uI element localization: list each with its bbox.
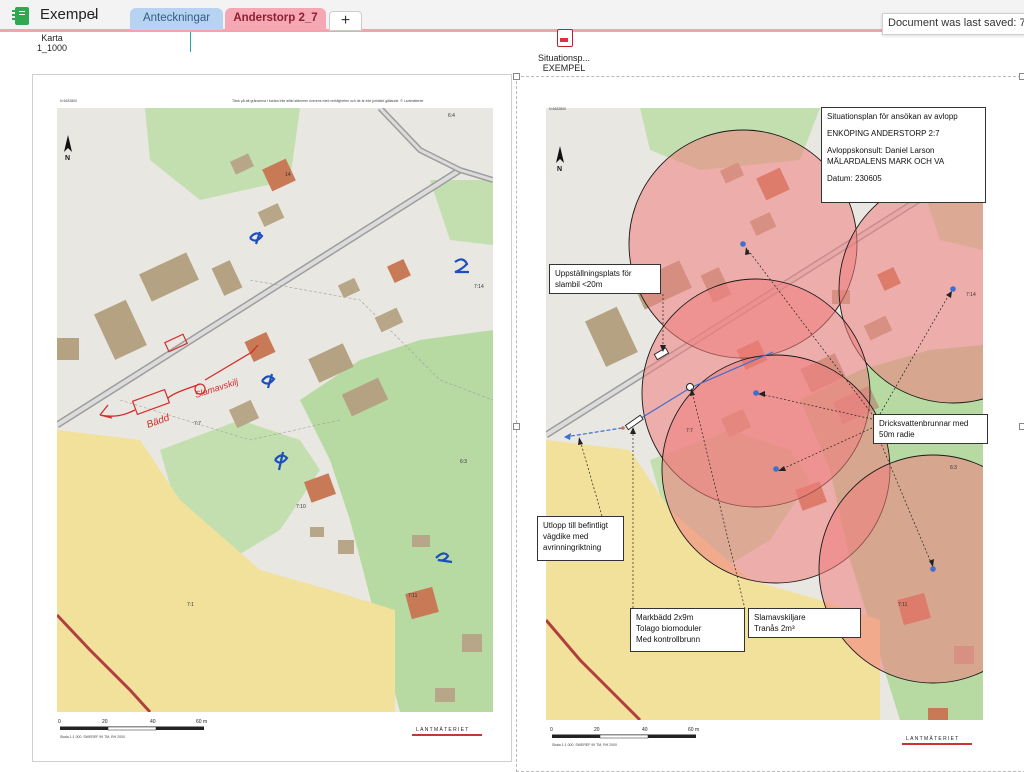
right-scale-bar: 0 20 40 60 m Skala 1:1 000. SWEREF 99 TM… <box>550 727 699 747</box>
info-company: MÄLARDALENS MARK OCH VA <box>827 157 945 166</box>
svg-text:N: N <box>557 166 562 173</box>
well-dot <box>740 241 746 247</box>
slamavskiljare-line-2: Tranås 2m³ <box>754 624 795 633</box>
svg-text:40: 40 <box>642 727 648 733</box>
svg-text:0: 0 <box>550 727 553 733</box>
well-dot <box>930 566 936 572</box>
right-brand-stripe <box>902 743 972 745</box>
markbadd-line-1: Markbädd 2x9m <box>636 613 694 622</box>
info-property: ENKÖPING ANDERSTORP 2:7 <box>827 129 940 138</box>
parcel-label: 7:7 <box>686 428 693 434</box>
parcel-label: 7:11 <box>898 602 908 608</box>
septic-tank-marker <box>686 383 694 391</box>
plan-info-box: Situationsplan för ansökan av avlopp ENK… <box>821 107 986 203</box>
right-brand: LANTMÄTERIET <box>906 735 960 742</box>
parcel-label: 6:3 <box>950 465 957 471</box>
markbadd-line-3: Med kontrollbrunn <box>636 635 701 644</box>
callout-dricksvattenbrunnar: Dricksvattenbrunnar med 50m radie <box>873 414 988 444</box>
info-title: Situationsplan för ansökan av avlopp <box>827 112 958 121</box>
well-dot <box>753 390 759 396</box>
callout-utlopp: Utlopp till befintligt vägdike med avrin… <box>537 516 624 561</box>
slamavskiljare-line-1: Slamavskiljare <box>754 613 806 622</box>
svg-text:20: 20 <box>594 727 600 733</box>
info-date: Datum: 230605 <box>827 174 882 183</box>
parcel-label: 7:14 <box>966 292 976 298</box>
right-sheet-id: N 6632800 <box>549 107 566 111</box>
svg-text:Skala 1:1 000. SWEREF 99 TM, R: Skala 1:1 000. SWEREF 99 TM, RH 2000 <box>552 743 617 747</box>
callout-uppstallningsplats: Uppställningsplats för slambil <20m <box>549 264 661 294</box>
well-dot <box>773 466 779 472</box>
svg-text:60 m: 60 m <box>688 727 699 733</box>
well-dot <box>950 286 956 292</box>
callout-markbadd: Markbädd 2x9m Tolago biomoduler Med kont… <box>630 608 745 652</box>
callout-slamavskiljare: Slamavskiljare Tranås 2m³ <box>748 608 861 638</box>
markbadd-line-2: Tolago biomoduler <box>636 624 702 633</box>
info-consultant: Avloppskonsult: Daniel Larson <box>827 146 935 155</box>
